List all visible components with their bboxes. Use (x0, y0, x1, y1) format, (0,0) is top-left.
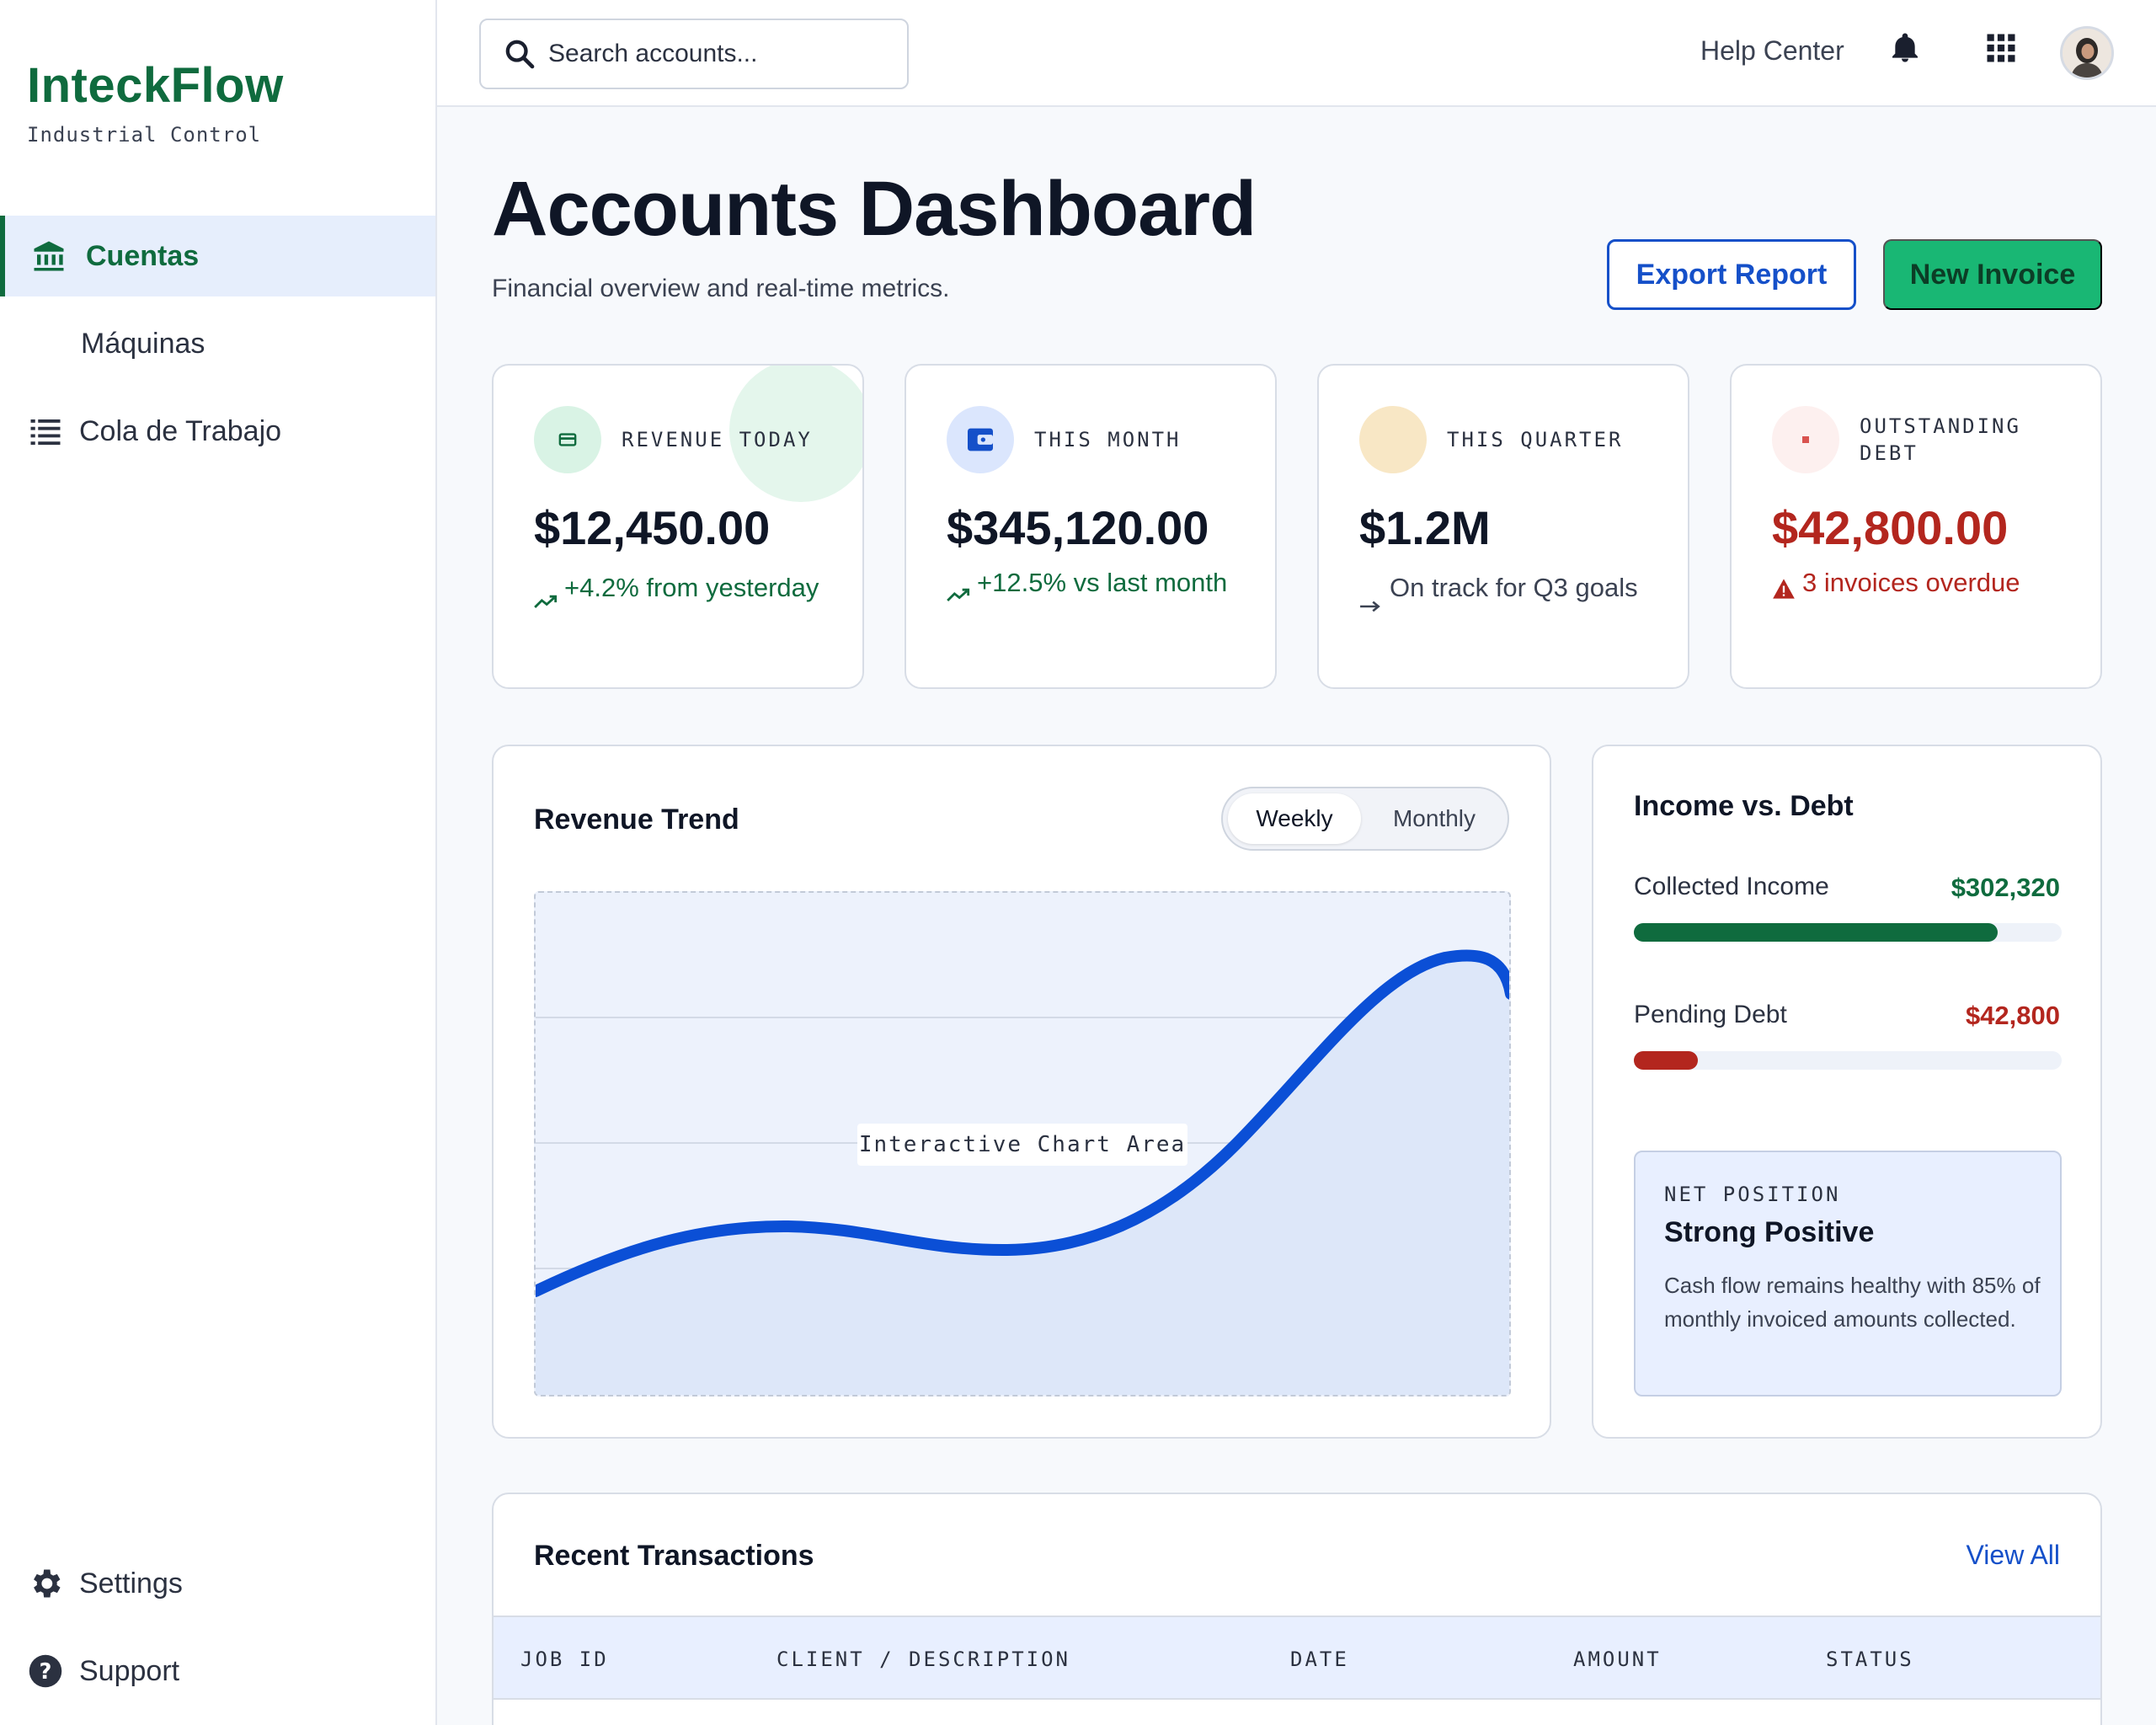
sidebar-item-cola-de-trabajo[interactable]: Cola de Trabajo (0, 391, 435, 472)
revenue-area-fill (536, 955, 1509, 1395)
income-vs-debt-card: Income vs. Debt Collected Income $302,32… (1592, 745, 2102, 1439)
sidebar-item-maquinas[interactable]: Máquinas (0, 303, 435, 384)
view-all-link[interactable]: View All (1967, 1540, 2060, 1571)
kpi-value: $12,450.00 (534, 501, 771, 554)
apps-grid-icon[interactable] (1980, 27, 2022, 69)
kpi-value: $345,120.00 (947, 501, 1209, 554)
sidebar-item-support[interactable]: ? Support (0, 1637, 435, 1705)
kpi-trend: 3 invoices overdue (1772, 563, 2089, 611)
pending-debt-value: $42,800 (1965, 1001, 2060, 1030)
kpi-card-revenue-today: REVENUE TODAY $12,450.00 +4.2% from yest… (492, 364, 864, 689)
net-position-box: NET POSITION Strong Positive Cash flow r… (1634, 1151, 2062, 1397)
kpi-card-outstanding-debt: OUTSTANDING DEBT $42,800.00 3 invoices o… (1730, 364, 2102, 689)
kpi-value: $42,800.00 (1772, 501, 2009, 554)
column-header-date[interactable]: DATE (1290, 1648, 1349, 1671)
net-position-label: NET POSITION (1664, 1183, 1841, 1206)
calendar-icon (1359, 406, 1427, 473)
collected-income-bar (1634, 923, 2062, 942)
credit-card-icon (534, 406, 601, 473)
kpi-trend: On track for Q3 goals (1359, 568, 1659, 625)
revenue-trend-title: Revenue Trend (534, 804, 739, 836)
sidebar: InteckFlow Industrial Control Cuentas Má… (0, 0, 437, 1725)
arrow-right-icon (1359, 585, 1390, 625)
avatar[interactable] (2060, 26, 2114, 80)
collected-income-label: Collected Income (1634, 873, 1829, 900)
kpi-trend-text: +12.5% vs last month (977, 568, 1228, 597)
search-icon (503, 37, 536, 71)
alert-dot-icon (1772, 406, 1839, 473)
sidebar-item-label: Máquinas (81, 327, 205, 360)
sidebar-item-settings[interactable]: Settings (0, 1550, 435, 1617)
bell-icon[interactable] (1884, 27, 1926, 69)
toggle-monthly[interactable]: Monthly (1366, 793, 1502, 844)
income-debt-title: Income vs. Debt (1634, 790, 1854, 822)
page-subtitle: Financial overview and real-time metrics… (492, 275, 950, 302)
brand-name[interactable]: InteckFlow (27, 57, 284, 114)
support-label: Support (79, 1654, 180, 1687)
period-toggle: Weekly Monthly (1221, 787, 1509, 851)
list-icon (27, 413, 64, 450)
page-title: Accounts Dashboard (492, 166, 1257, 252)
chart-area[interactable]: Interactive Chart Area (534, 891, 1511, 1397)
kpi-trend-text: +4.2% from yesterday (564, 573, 819, 602)
warning-icon (1772, 571, 1802, 611)
toggle-weekly[interactable]: Weekly (1228, 793, 1361, 844)
net-position-title: Strong Positive (1664, 1216, 1875, 1248)
transactions-table-header: JOB ID CLIENT / DESCRIPTION DATE AMOUNT … (494, 1616, 2100, 1700)
top-bar: Help Center (437, 0, 2156, 107)
gear-icon (27, 1565, 64, 1602)
kpi-value: $1.2M (1359, 501, 1491, 554)
column-header-status[interactable]: STATUS (1826, 1648, 1914, 1671)
net-position-description: Cash flow remains healthy with 85% of mo… (1664, 1273, 2041, 1332)
trending-up-icon (534, 581, 564, 622)
column-header-amount[interactable]: AMOUNT (1573, 1648, 1662, 1671)
transactions-title: Recent Transactions (534, 1540, 814, 1572)
pending-debt-label: Pending Debt (1634, 1001, 1787, 1028)
kpi-label: OUTSTANDING DEBT (1860, 414, 2021, 465)
brand-subtitle: Industrial Control (27, 123, 262, 147)
search-input[interactable] (548, 40, 902, 68)
wallet-icon (947, 406, 1014, 473)
kpi-label: THIS QUARTER (1447, 428, 1624, 451)
kpi-card-this-quarter: THIS QUARTER $1.2M On track for Q3 goals (1317, 364, 1689, 689)
collected-income-bar-fill (1634, 923, 1998, 942)
revenue-trend-card: Revenue Trend Weekly Monthly Interactive… (492, 745, 1551, 1439)
kpi-trend-text: On track for Q3 goals (1390, 573, 1638, 602)
kpi-trend-text: 3 invoices overdue (1802, 568, 2020, 597)
sidebar-item-label: Cuentas (86, 239, 200, 272)
sidebar-item-cuentas[interactable]: Cuentas (0, 216, 435, 296)
sidebar-item-label: Cola de Trabajo (79, 414, 282, 447)
column-header-client[interactable]: CLIENT / DESCRIPTION (776, 1648, 1070, 1671)
kpi-trend: +12.5% vs last month (947, 563, 1263, 615)
help-center-link[interactable]: Help Center (1700, 35, 1844, 67)
kpi-label: THIS MONTH (1034, 428, 1182, 451)
svg-text:?: ? (40, 1659, 52, 1685)
settings-label: Settings (79, 1567, 183, 1599)
help-icon: ? (27, 1653, 64, 1690)
chart-area-label: Interactive Chart Area (857, 1124, 1187, 1166)
pending-debt-bar-fill (1634, 1051, 1699, 1070)
export-report-button[interactable]: Export Report (1607, 239, 1856, 310)
bank-icon (30, 238, 67, 275)
kpi-card-this-month: THIS MONTH $345,120.00 +12.5% vs last mo… (905, 364, 1277, 689)
kpi-trend: +4.2% from yesterday (534, 568, 834, 622)
recent-transactions-card: Recent Transactions View All JOB ID CLIE… (492, 1493, 2102, 1725)
new-invoice-button[interactable]: New Invoice (1883, 239, 2102, 310)
collected-income-value: $302,320 (1951, 873, 2060, 902)
search-box[interactable] (479, 19, 909, 89)
pending-debt-bar (1634, 1051, 2062, 1070)
kpi-label: REVENUE TODAY (622, 428, 813, 451)
column-header-job-id[interactable]: JOB ID (520, 1648, 609, 1671)
trending-up-icon (947, 574, 977, 615)
